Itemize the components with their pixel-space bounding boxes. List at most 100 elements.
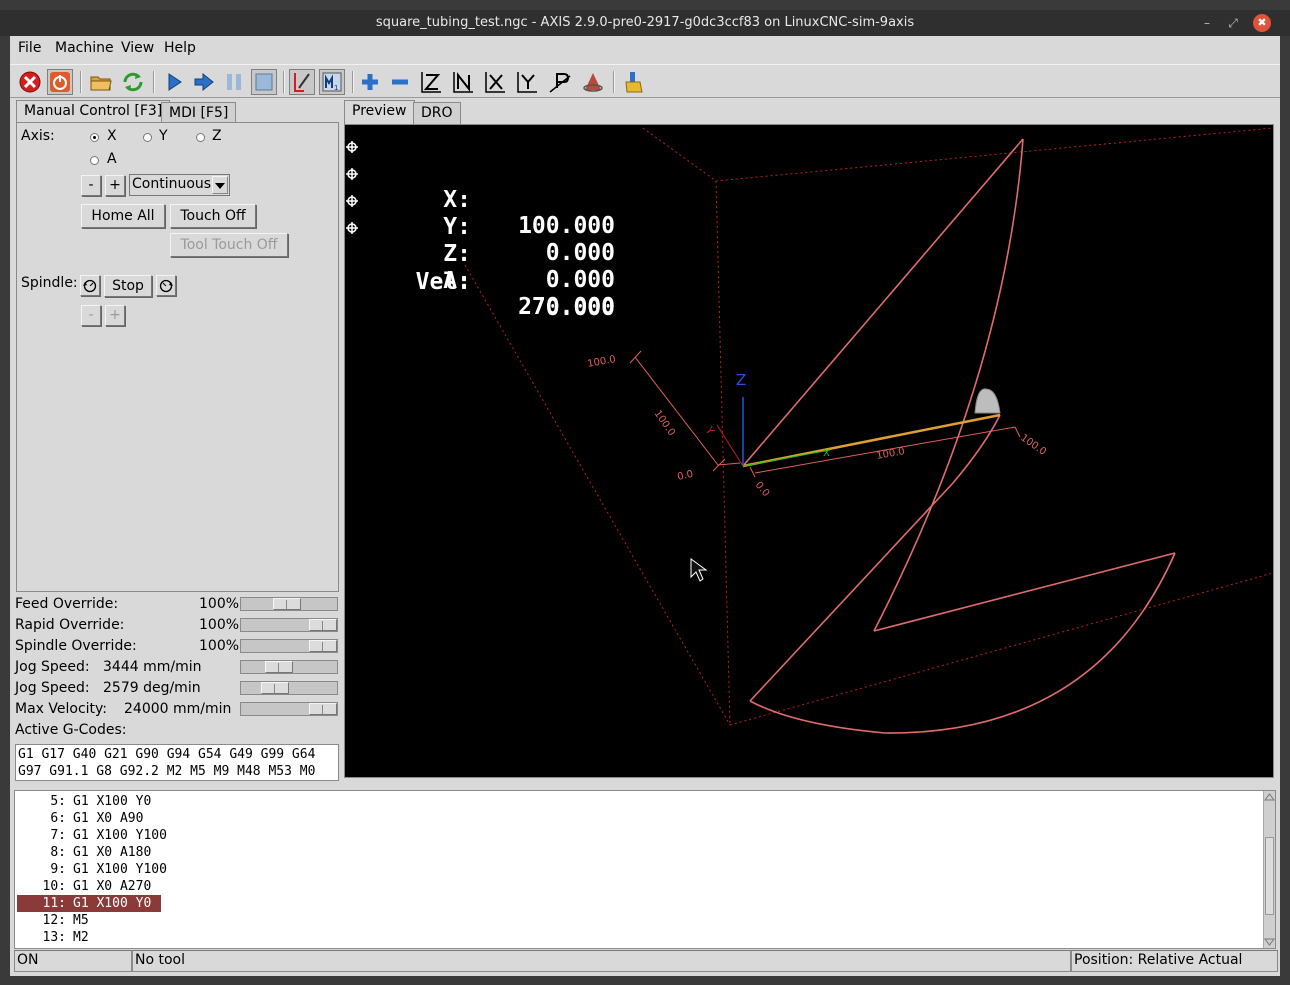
- dim-x-mid-label: 100.0: [876, 446, 906, 462]
- menu-file[interactable]: File: [18, 40, 41, 56]
- spindle-reverse-button[interactable]: [80, 275, 100, 296]
- estop-icon: [19, 71, 41, 93]
- step-button[interactable]: [191, 69, 217, 95]
- axis-a-label[interactable]: A: [107, 151, 117, 167]
- jog-speed-row: Jog Speed:: [15, 659, 90, 679]
- spindle-override-value: 100%: [199, 638, 239, 654]
- scroll-down-icon[interactable]: [1264, 937, 1275, 947]
- slider-thumb[interactable]: [273, 598, 301, 610]
- run-icon: [168, 73, 182, 91]
- machine-power-button[interactable]: [47, 69, 73, 95]
- axis-a-radio[interactable]: [90, 156, 99, 165]
- slider-thumb[interactable]: [309, 703, 337, 715]
- rotate-button[interactable]: [580, 69, 606, 95]
- slider-thumb[interactable]: [309, 619, 337, 631]
- spindle-ccw-icon: [83, 279, 97, 293]
- jog-mode-select[interactable]: Continuous: [129, 174, 230, 196]
- jog-plus-button[interactable]: +: [105, 175, 125, 196]
- gcode-line[interactable]: 5: G1 X100 Y0: [17, 793, 161, 810]
- menu-view[interactable]: View: [121, 40, 154, 56]
- view-z-button[interactable]: [418, 69, 444, 95]
- jog-speed-slider[interactable]: [240, 660, 338, 674]
- tool-cone-icon: [974, 388, 1001, 414]
- dro-row-z: Z: 0.000: [345, 189, 615, 293]
- open-file-button[interactable]: [88, 69, 114, 95]
- feed-override-value: 100%: [199, 596, 239, 612]
- angular-jog-speed-slider[interactable]: [240, 681, 338, 695]
- axis-z-label[interactable]: Z: [212, 128, 222, 144]
- spindle-stop-button[interactable]: Stop: [104, 275, 152, 297]
- minimize-button[interactable]: –: [1198, 14, 1216, 32]
- view-y-button[interactable]: [514, 69, 540, 95]
- run-button[interactable]: [161, 69, 187, 95]
- dim-y-zero-label: 0.0: [676, 469, 694, 483]
- slider-thumb[interactable]: [261, 682, 289, 694]
- spindle-faster-button[interactable]: +: [105, 305, 125, 326]
- axis-y-radio[interactable]: [143, 133, 152, 142]
- block-delete-button[interactable]: [289, 69, 315, 95]
- toolpath-preview[interactable]: 100.0 100.0 0.0 100.0 100.0 0.0 Z Y X X:…: [344, 124, 1274, 778]
- spindle-override-slider[interactable]: [240, 639, 338, 653]
- dro-y-value: 0.000: [545, 240, 615, 266]
- gcode-line[interactable]: 8: G1 X0 A180: [17, 844, 161, 861]
- axis-x-label[interactable]: X: [107, 128, 117, 144]
- gcode-line[interactable]: 12: M5: [17, 912, 161, 929]
- view-z2-button[interactable]: [450, 69, 476, 95]
- axis-main-window: File Machine View Help 1 Manual Control …: [10, 36, 1280, 976]
- home-all-button[interactable]: Home All: [81, 204, 165, 228]
- view-x-button[interactable]: [482, 69, 508, 95]
- scrollbar-thumb[interactable]: [1265, 837, 1274, 915]
- feed-override-slider[interactable]: [240, 597, 338, 611]
- tool-touch-off-button[interactable]: Tool Touch Off: [170, 233, 288, 257]
- view-y-icon: [517, 72, 537, 93]
- gcode-line[interactable]: 11: G1 X100 Y0: [17, 895, 161, 912]
- spindle-forward-button[interactable]: [156, 275, 176, 296]
- tab-dro[interactable]: DRO: [413, 102, 461, 124]
- reload-button[interactable]: [120, 69, 146, 95]
- gcode-line[interactable]: 13: M2: [17, 929, 161, 946]
- toolbar: 1: [10, 64, 1280, 98]
- menu-help[interactable]: Help: [164, 40, 196, 56]
- maximize-button[interactable]: ⤢: [1224, 14, 1242, 32]
- current-move-line: [742, 413, 1001, 468]
- optional-stop-button[interactable]: 1: [319, 69, 345, 95]
- gcode-line[interactable]: 9: G1 X100 Y100: [17, 861, 167, 878]
- jog-minus-button[interactable]: -: [81, 175, 101, 196]
- close-window-button[interactable]: ✖: [1253, 14, 1271, 32]
- estop-button[interactable]: [17, 69, 43, 95]
- zoom-out-button[interactable]: [387, 69, 413, 95]
- feed-override-label: Feed Override:: [15, 596, 119, 612]
- slider-thumb[interactable]: [265, 661, 293, 673]
- menu-machine[interactable]: Machine: [55, 40, 114, 56]
- slider-thumb[interactable]: [309, 640, 337, 652]
- tab-manual-control[interactable]: Manual Control [F3]: [16, 100, 171, 124]
- axis-z-radio[interactable]: [196, 133, 205, 142]
- gcode-listing[interactable]: 5: G1 X100 Y0 6: G1 X0 A90 7: G1 X100 Y100 8: G…: [14, 790, 1276, 949]
- pause-button[interactable]: [221, 69, 247, 95]
- stop-button[interactable]: [251, 69, 277, 95]
- gcode-line[interactable]: 7: G1 X100 Y100: [17, 827, 167, 844]
- toolbar-separator: [352, 71, 354, 93]
- gcode-line-number: 12:: [42, 913, 66, 928]
- rapid-override-label: Rapid Override:: [15, 617, 125, 633]
- tab-preview[interactable]: Preview: [344, 100, 415, 124]
- spindle-slower-button[interactable]: -: [81, 305, 101, 326]
- vertical-scrollbar[interactable]: [1263, 791, 1275, 948]
- scroll-up-icon[interactable]: [1264, 792, 1275, 802]
- clear-plot-button[interactable]: [621, 69, 647, 95]
- touch-off-button[interactable]: Touch Off: [170, 204, 256, 228]
- gcode-line[interactable]: 10: G1 X0 A270: [17, 878, 161, 895]
- zoom-in-button[interactable]: [357, 69, 383, 95]
- tab-mdi[interactable]: MDI [F5]: [161, 102, 237, 124]
- stop-icon: [255, 73, 273, 91]
- view-p-button[interactable]: [547, 69, 573, 95]
- angular-jog-speed-row: Jog Speed:: [15, 680, 90, 700]
- axis-x-radio[interactable]: [90, 133, 99, 142]
- axis-y-label[interactable]: Y: [159, 128, 168, 144]
- gcode-line[interactable]: 6: G1 X0 A90: [17, 810, 161, 827]
- feed-override-number: 100: [199, 596, 226, 612]
- rapid-override-slider[interactable]: [240, 618, 338, 632]
- max-velocity-slider[interactable]: [240, 702, 338, 716]
- dro-row-vel: Vel: 0.000: [345, 243, 615, 321]
- view-z-icon: [421, 72, 441, 93]
